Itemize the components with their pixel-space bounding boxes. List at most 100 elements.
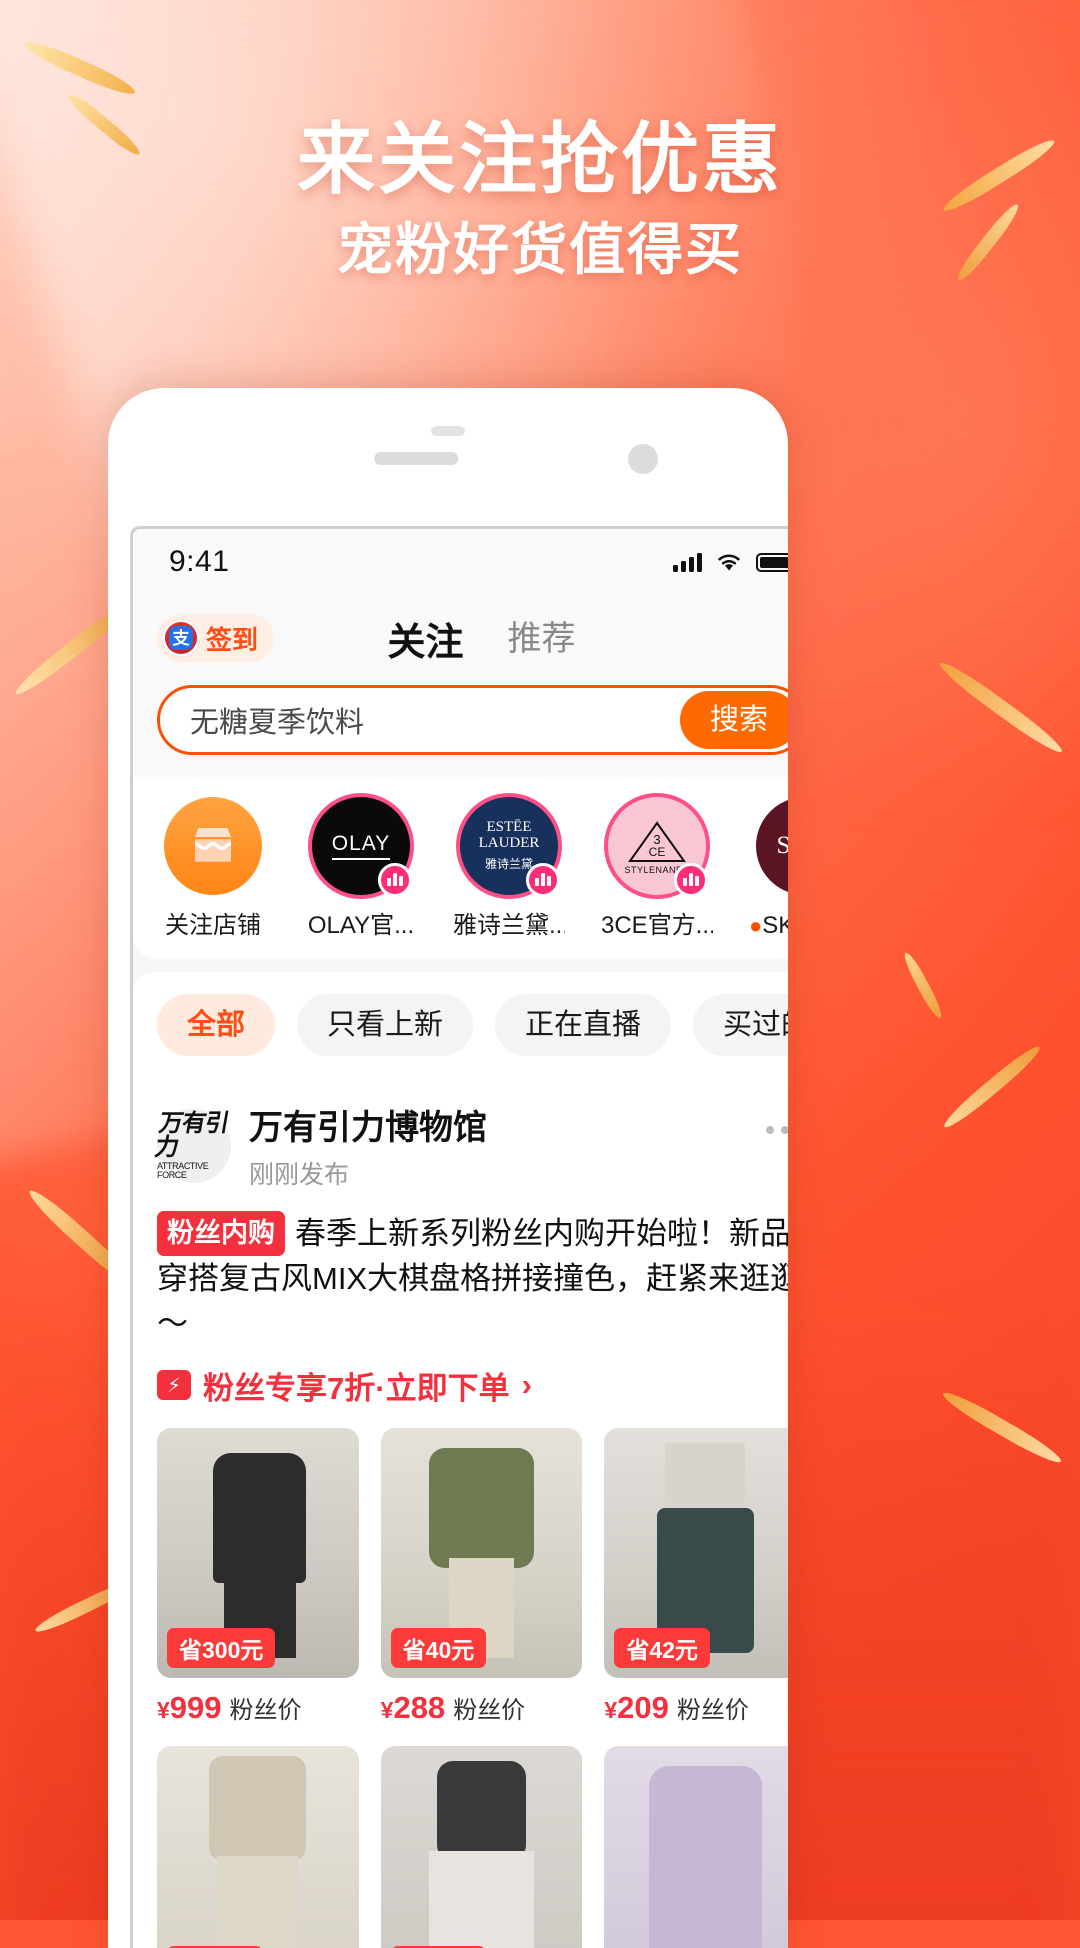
search-section: 无糖夏季饮料 搜索 bbox=[133, 681, 788, 777]
brand-name: OLAY官... bbox=[307, 912, 415, 939]
more-dots-icon[interactable] bbox=[766, 1126, 788, 1134]
brand-avatar: OLAY bbox=[312, 797, 412, 897]
product-photo-shape bbox=[429, 1850, 534, 1948]
live-badge-icon bbox=[378, 863, 412, 897]
product-card[interactable]: 省60元 bbox=[380, 1745, 583, 1948]
sign-in-label: 签到 bbox=[206, 624, 259, 655]
product-price-label: 粉丝价 bbox=[676, 1696, 749, 1724]
post-promo-link[interactable]: ⚡ 粉丝专享7折·立即下单 › bbox=[157, 1363, 788, 1408]
alipay-avatar-icon bbox=[162, 619, 200, 657]
brand-logo-text: OLAY bbox=[331, 832, 391, 860]
product-photo-shape bbox=[648, 1765, 762, 1948]
product-grid-row-1: 省300元 ¥999 粉丝价 省40元 ¥288 粉丝价 省42元 ¥209 粉… bbox=[157, 1427, 788, 1726]
product-price-row: ¥288 粉丝价 bbox=[381, 1690, 583, 1726]
brand-logo-text: ESTĒE LAUDER bbox=[478, 819, 540, 851]
coupon-icon: ⚡ bbox=[157, 1370, 191, 1401]
product-photo-shape bbox=[429, 1447, 534, 1568]
brand-avatar: ESTĒE LAUDER 雅诗兰黛 bbox=[460, 797, 560, 897]
product-photo-shape bbox=[213, 1452, 307, 1583]
shop-avatar-line2: ATTRACTIVE FORCE bbox=[157, 1160, 209, 1180]
product-image: 省42元 bbox=[604, 1427, 788, 1678]
search-input[interactable]: 无糖夏季饮料 bbox=[190, 699, 364, 741]
post-promo-label: 粉丝专享7折·立即下单 bbox=[203, 1370, 510, 1406]
filter-chip-all[interactable]: 全部 bbox=[157, 994, 276, 1056]
post-author-block: 万有引力博物馆 刚刚发布 bbox=[249, 1100, 487, 1191]
product-save-badge: 省300元 bbox=[167, 1627, 276, 1668]
product-save-badge: 省42元 bbox=[614, 1627, 710, 1668]
feed-post: 万有引力 ATTRACTIVE FORCE 万有引力博物馆 刚刚发布 粉丝内购春… bbox=[133, 1078, 788, 1948]
svg-text:CE: CE bbox=[649, 845, 666, 859]
app-header: 签到 关注 推荐 bbox=[133, 595, 788, 681]
3ce-triangle-icon: 3 CE bbox=[628, 821, 686, 862]
product-photo-shape bbox=[437, 1760, 526, 1861]
product-card[interactable] bbox=[604, 1745, 788, 1948]
product-price-row: ¥999 粉丝价 bbox=[157, 1690, 359, 1726]
tab-following[interactable]: 关注 bbox=[387, 611, 463, 666]
wifi-icon bbox=[718, 554, 740, 571]
phone-screen: 9:41 签到 关注 推荐 bbox=[130, 526, 788, 1948]
live-badge-icon bbox=[674, 863, 708, 897]
brand-name: 雅诗兰黛... bbox=[453, 912, 565, 939]
brand-item-3ce[interactable]: 3 CE STYLENANDA 3CE官方... bbox=[601, 797, 713, 940]
brand-avatar: SK-II bbox=[756, 797, 788, 895]
filter-chip-new-only[interactable]: 只看上新 bbox=[297, 994, 474, 1056]
phone-mockup: 9:41 签到 关注 推荐 bbox=[108, 388, 788, 1948]
product-price-label: 粉丝价 bbox=[453, 1696, 526, 1724]
product-image: 省40元 bbox=[380, 1427, 583, 1678]
filter-chip-live-now[interactable]: 正在直播 bbox=[495, 994, 672, 1056]
phone-notch-bar bbox=[431, 426, 465, 436]
product-photo-shape bbox=[217, 1855, 299, 1948]
brand-avatar: 3 CE STYLENANDA bbox=[608, 797, 708, 897]
product-price: ¥288 bbox=[380, 1689, 446, 1725]
product-card[interactable]: 省300元 ¥999 粉丝价 bbox=[157, 1427, 359, 1726]
brand-logo-subtext: 雅诗兰黛 bbox=[484, 856, 533, 871]
product-image: 省80元 bbox=[157, 1745, 359, 1948]
brand-name: 关注店铺 bbox=[165, 912, 261, 939]
promo-headline: 来关注抢优惠 bbox=[296, 115, 783, 203]
tab-recommend[interactable]: 推荐 bbox=[508, 611, 576, 666]
product-card[interactable]: 省42元 ¥209 粉丝价 bbox=[604, 1427, 788, 1726]
sign-in-button[interactable]: 签到 bbox=[157, 614, 275, 662]
shop-name[interactable]: 万有引力博物馆 bbox=[249, 1100, 487, 1149]
status-bar: 9:41 bbox=[133, 529, 788, 595]
filter-bar: 全部 只看上新 正在直播 买过的店 更多分 bbox=[133, 972, 788, 1078]
phone-camera bbox=[628, 444, 658, 474]
status-time: 9:41 bbox=[169, 545, 230, 578]
post-time: 刚刚发布 bbox=[249, 1161, 350, 1189]
product-photo-shape bbox=[664, 1442, 746, 1518]
product-image: 省60元 bbox=[380, 1745, 583, 1948]
product-grid-row-2: 省80元 省60元 bbox=[157, 1745, 788, 1948]
product-price-label: 粉丝价 bbox=[229, 1696, 302, 1724]
promo-text-block: 来关注抢优惠 宠粉好货值得买 bbox=[0, 120, 1080, 278]
brand-list: 关注店铺 OLAY OLAY官... ESTĒE LAUDER 雅诗兰黛 雅诗兰… bbox=[157, 797, 788, 940]
live-badge-icon bbox=[526, 863, 560, 897]
search-button[interactable]: 搜索 bbox=[679, 691, 788, 749]
product-card[interactable]: 省40元 ¥288 粉丝价 bbox=[380, 1427, 583, 1726]
brand-item-shop-entry[interactable]: 关注店铺 bbox=[157, 797, 269, 940]
product-price-row: ¥209 粉丝价 bbox=[604, 1690, 788, 1726]
brand-item-olay[interactable]: OLAY OLAY官... bbox=[305, 797, 417, 940]
filter-chip-purchased-shops[interactable]: 买过的店 bbox=[693, 994, 788, 1056]
search-bar[interactable]: 无糖夏季饮料 搜索 bbox=[157, 685, 788, 755]
battery-icon bbox=[756, 552, 788, 572]
product-image bbox=[604, 1745, 788, 1948]
status-icons bbox=[673, 551, 788, 573]
product-photo-shape bbox=[209, 1755, 307, 1861]
brand-name: ●SKII官方... bbox=[749, 912, 788, 939]
cellular-bars-icon bbox=[673, 552, 702, 572]
followed-shops-strip: 关注店铺 OLAY OLAY官... ESTĒE LAUDER 雅诗兰黛 雅诗兰… bbox=[133, 777, 788, 958]
filter-chip-list: 全部 只看上新 正在直播 买过的店 更多分 bbox=[157, 994, 788, 1056]
live-dot-icon: ● bbox=[749, 913, 763, 938]
shop-avatar[interactable]: 万有引力 ATTRACTIVE FORCE bbox=[153, 1108, 231, 1183]
brand-logo-text: SK-II bbox=[777, 832, 788, 860]
brand-item-skii[interactable]: SK-II ●SKII官方... bbox=[749, 797, 788, 940]
shop-avatar-line1: 万有引力 bbox=[152, 1109, 231, 1161]
product-price: ¥999 bbox=[157, 1689, 222, 1725]
chevron-right-icon: › bbox=[521, 1367, 532, 1403]
product-card[interactable]: 省80元 bbox=[157, 1745, 359, 1948]
product-save-badge: 省40元 bbox=[390, 1627, 487, 1668]
phone-speaker bbox=[374, 452, 459, 465]
brand-item-estee-lauder[interactable]: ESTĒE LAUDER 雅诗兰黛 雅诗兰黛... bbox=[453, 797, 565, 940]
product-image: 省300元 bbox=[157, 1427, 359, 1678]
promo-subheadline: 宠粉好货值得买 bbox=[337, 218, 743, 281]
